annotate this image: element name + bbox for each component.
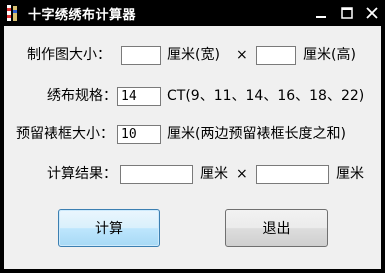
size-width-input[interactable] [121, 46, 161, 65]
exit-button[interactable]: 退出 [225, 209, 328, 247]
app-window: 十字绣绣布计算器 制作图大小： 厘米(宽) × 厘米(高) 绣布规格： 14 C… [0, 0, 385, 273]
window-title: 十字绣绣布计算器 [28, 8, 137, 23]
close-button[interactable] [362, 3, 382, 23]
fabric-count-input[interactable] [117, 87, 161, 106]
result-times-sign: × [236, 166, 248, 182]
margin-hint: 厘米(两边预留裱框长度之和) [167, 126, 346, 142]
size-times-sign: × [236, 47, 248, 63]
margin-label: 预留裱框大小： [16, 126, 114, 142]
calculate-button[interactable]: 计算 [58, 209, 160, 247]
result-width-output [120, 165, 193, 184]
maximize-icon [341, 7, 353, 19]
size-label: 制作图大小： [27, 47, 111, 63]
size-height-unit: 厘米(高) [303, 47, 356, 63]
app-icon [7, 5, 17, 21]
title-bar[interactable]: 十字绣绣布计算器 [0, 0, 385, 26]
result-width-unit: 厘米 [200, 166, 228, 182]
result-height-output [256, 165, 329, 184]
result-label: 计算结果： [47, 166, 117, 182]
minimize-icon [316, 16, 326, 18]
minimize-button[interactable] [311, 3, 331, 23]
margin-input[interactable] [117, 125, 161, 144]
size-height-input[interactable] [256, 46, 296, 65]
fabric-label: 绣布规格： [47, 88, 117, 104]
maximize-button[interactable] [337, 3, 357, 23]
result-height-unit: 厘米 [336, 166, 364, 182]
form-area: 制作图大小： 厘米(宽) × 厘米(高) 绣布规格： CT(9、11、14、16… [4, 26, 381, 269]
fabric-count-hint: CT(9、11、14、16、18、22) [167, 88, 365, 104]
size-width-unit: 厘米(宽) [167, 47, 220, 63]
close-icon [366, 7, 378, 19]
